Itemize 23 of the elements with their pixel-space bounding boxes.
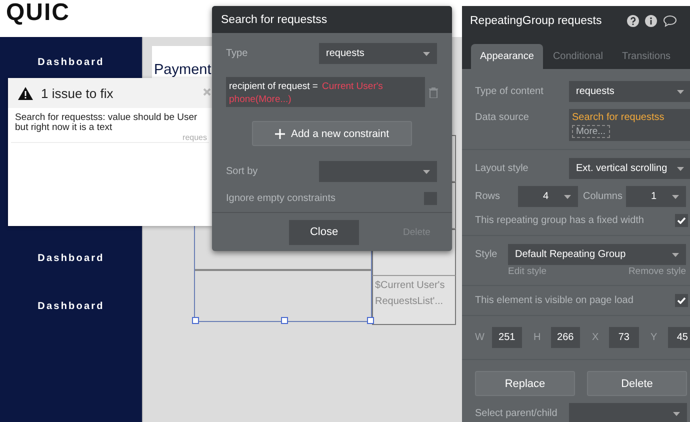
panel-title: RepeatingGroup requests bbox=[470, 15, 602, 27]
card-title: Payment bbox=[154, 62, 212, 78]
field-label: Type of content bbox=[475, 86, 544, 97]
field-label: Type bbox=[226, 48, 248, 59]
field-label: This element is visible on page load bbox=[475, 295, 634, 306]
logo: QUIC bbox=[6, 0, 70, 26]
issue-source: reques bbox=[182, 133, 207, 142]
field-label: This repeating group has a fixed width bbox=[475, 215, 645, 226]
table-cell: $Current User's RequestsList'... bbox=[372, 276, 456, 325]
popup-title: 1 issue to fix bbox=[41, 86, 114, 100]
field-label: Layout style bbox=[475, 163, 530, 174]
field-label: Sort by bbox=[226, 166, 258, 177]
field-label: Y bbox=[650, 332, 658, 343]
field-label: Select parent/child bbox=[475, 408, 558, 419]
field-label: H bbox=[534, 332, 542, 343]
field-label: Ignore empty constraints bbox=[226, 193, 336, 204]
dialog-title: Search for requestss bbox=[212, 6, 452, 33]
field-label: Columns bbox=[583, 191, 624, 202]
field-label: Style bbox=[475, 249, 498, 260]
field-label: W bbox=[475, 332, 486, 343]
field-label: Rows bbox=[475, 191, 502, 202]
field-label: Data source bbox=[475, 112, 530, 123]
field-label: X bbox=[592, 332, 600, 343]
